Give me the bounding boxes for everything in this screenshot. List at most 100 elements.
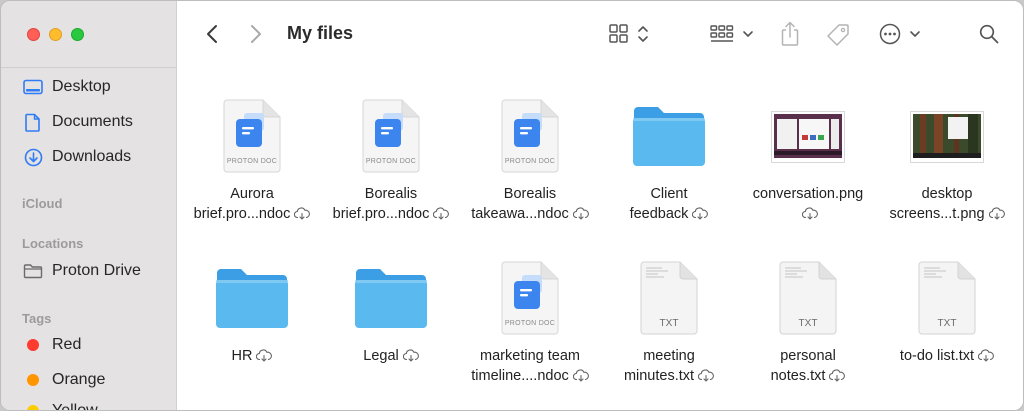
file-type-badge: TXT <box>937 318 957 329</box>
file-name: meeting minutes.txt <box>597 346 741 386</box>
cloud-download-icon <box>294 207 311 220</box>
file-name-line: personal <box>780 348 836 364</box>
folder-icon <box>323 267 459 329</box>
file-name: desktop screens...t.png <box>875 184 1019 224</box>
tag-button[interactable] <box>824 21 852 49</box>
sidebar-item-downloads[interactable]: Downloads <box>23 145 131 169</box>
file-type-badge: PROTON DOC <box>504 320 556 327</box>
file-name-line: brief.pro...ndoc <box>332 206 430 222</box>
close-window-button[interactable] <box>27 28 40 41</box>
cloud-download-icon <box>433 207 450 220</box>
file-type-badge: TXT <box>659 318 679 329</box>
file-name-line: notes.txt <box>770 368 826 384</box>
file-name-line: timeline....ndoc <box>471 368 569 384</box>
window-controls <box>27 28 84 41</box>
search-button[interactable] <box>976 21 1002 47</box>
chevron-left-icon <box>207 25 217 43</box>
file-name-line: conversation.png <box>752 186 864 202</box>
file-name-line: Client <box>650 186 688 202</box>
cloud-download-icon <box>829 369 846 382</box>
file-name-line: to-do list.txt <box>899 348 975 364</box>
group-button[interactable] <box>708 21 756 47</box>
cloud-download-icon <box>572 207 589 220</box>
download-icon <box>23 147 43 167</box>
cloud-download-icon <box>978 349 994 362</box>
file-name-line: HR <box>231 348 253 364</box>
back-button[interactable] <box>200 21 224 47</box>
chevron-down-icon <box>743 31 753 37</box>
search-icon <box>979 24 999 44</box>
sidebar-tag-orange[interactable]: Orange <box>23 368 105 392</box>
file-name-line: Legal <box>363 348 399 364</box>
file-name-line: brief.pro...ndoc <box>193 206 291 222</box>
cloud-download-icon <box>572 369 589 382</box>
share-button[interactable] <box>778 19 802 49</box>
file-name: Client feedback <box>597 184 741 224</box>
ellipsis-circle-icon <box>879 23 901 45</box>
grid-view-icon <box>609 24 628 43</box>
cloud-download-icon <box>802 207 818 220</box>
sidebar-heading-tags: Tags <box>22 311 52 326</box>
file-name: Legal <box>319 346 463 366</box>
sidebar-tag-red[interactable]: Red <box>23 333 81 357</box>
sidebar-heading-locations: Locations <box>22 236 84 251</box>
file-name: Borealis takeawa...ndoc <box>458 184 602 224</box>
file-name-line: Borealis <box>364 186 418 202</box>
chevron-down-icon <box>910 31 920 37</box>
tag-color-dot <box>27 405 39 410</box>
toolbar: My files <box>178 1 1023 67</box>
sidebar-item-label: Red <box>52 336 82 353</box>
file-name: HR <box>180 346 324 366</box>
forward-button[interactable] <box>244 21 268 47</box>
file-type-badge: PROTON DOC <box>504 158 556 165</box>
sidebar-item-label: Downloads <box>52 148 132 165</box>
cloud-download-icon <box>698 369 714 382</box>
tag-color-dot <box>27 374 39 386</box>
tag-icon <box>827 24 849 46</box>
file-name: conversation.png <box>736 184 880 224</box>
file-name-line: desktop <box>921 186 973 202</box>
file-name-line: Aurora <box>230 186 274 202</box>
file-name-line: screens...t.png <box>889 206 985 222</box>
sidebar-item-proton-drive[interactable]: Proton Drive <box>23 259 141 283</box>
sidebar-item-label: Desktop <box>52 78 111 95</box>
share-icon <box>781 21 799 46</box>
tag-color-dot <box>27 339 39 351</box>
group-icon <box>710 25 734 42</box>
file-name-line: Borealis <box>503 186 557 202</box>
file-name: marketing team timeline....ndoc <box>458 346 602 386</box>
file-name: Borealis brief.pro...ndoc <box>319 184 463 224</box>
desktop-icon <box>23 77 43 97</box>
folder-icon <box>601 105 737 167</box>
file-type-badge: PROTON DOC <box>226 158 278 165</box>
cloud-download-icon <box>256 349 273 362</box>
sidebar-item-label: Proton Drive <box>52 262 141 279</box>
file-name-line: minutes.txt <box>623 368 695 384</box>
zoom-window-button[interactable] <box>71 28 84 41</box>
file-name-line: feedback <box>629 206 689 222</box>
file-name-line: meeting <box>643 348 695 364</box>
sidebar-item-desktop[interactable]: Desktop <box>23 75 111 99</box>
view-mode-button[interactable] <box>606 21 652 47</box>
sidebar-item-label: Yellow <box>52 402 98 411</box>
file-name: to-do list.txt <box>875 346 1019 366</box>
sidebar-heading-icloud: iCloud <box>22 196 63 211</box>
cloud-download-icon <box>988 207 1005 220</box>
image-thumbnail <box>740 111 876 163</box>
more-actions-button[interactable] <box>876 21 924 47</box>
chevron-right-icon <box>251 25 261 43</box>
finder-window: Desktop Documents Downloads iCloud Locat… <box>0 0 1024 411</box>
folder-outline-icon <box>23 261 43 281</box>
folder-icon <box>184 267 320 329</box>
minimize-window-button[interactable] <box>49 28 62 41</box>
cloud-download-icon <box>692 207 709 220</box>
file-name-line: marketing team <box>480 348 580 364</box>
sidebar-item-documents[interactable]: Documents <box>23 110 133 134</box>
sidebar-item-label: Orange <box>52 371 106 388</box>
image-thumbnail <box>879 111 1015 163</box>
sidebar-divider <box>1 67 177 68</box>
file-name-line: takeawa...ndoc <box>471 206 569 222</box>
file-name: personal notes.txt <box>736 346 880 386</box>
sidebar-tag-yellow[interactable]: Yellow <box>23 399 98 411</box>
chevron-updown-icon <box>638 26 648 42</box>
